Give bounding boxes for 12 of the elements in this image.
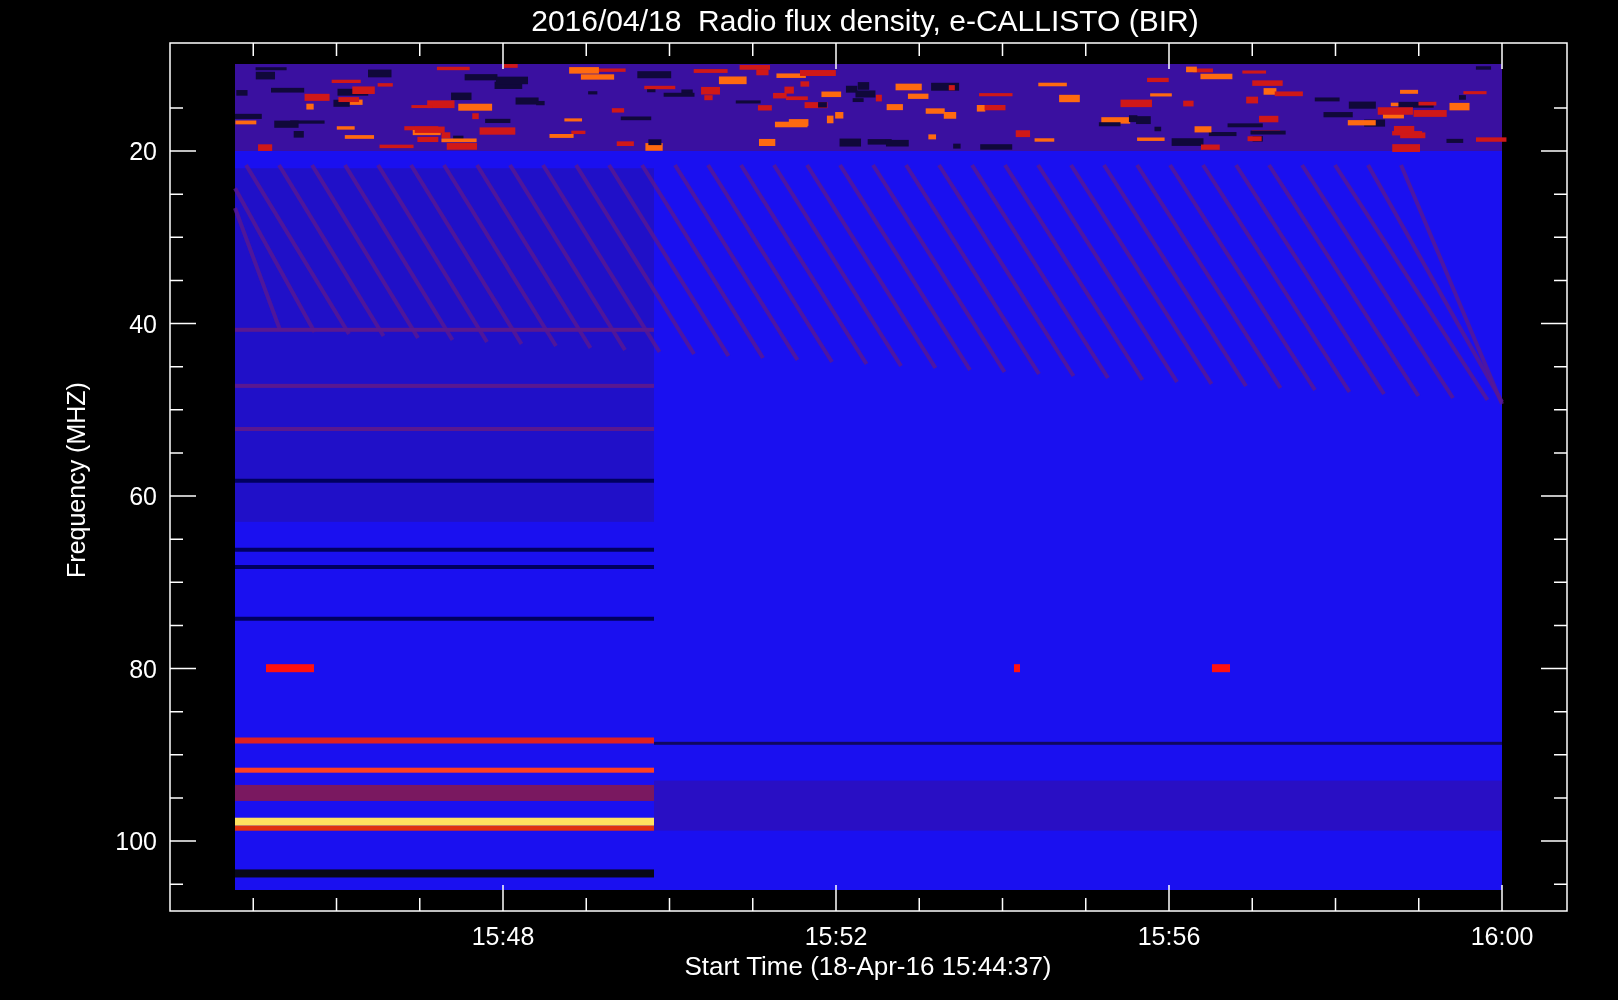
x-tick-label: 15:48	[471, 922, 535, 950]
x-tick-label: 15:52	[804, 922, 868, 950]
chart-title: 2016/04/18 Radio flux density, e-CALLISTO (BIR)	[531, 4, 1199, 37]
y-tick-label: 20	[129, 137, 157, 165]
y-axis-label: Frequency (MHZ)	[62, 382, 90, 578]
x-tick-label: 15:56	[1137, 922, 1201, 950]
x-tick-label: 16:00	[1470, 922, 1534, 950]
y-tick-label: 40	[129, 309, 157, 338]
y-tick-label: 80	[129, 654, 157, 683]
y-tick-label: 100	[115, 827, 157, 855]
y-tick-label: 60	[129, 482, 157, 510]
x-axis-label: Start Time (18-Apr-16 15:44:37)	[684, 951, 1052, 981]
